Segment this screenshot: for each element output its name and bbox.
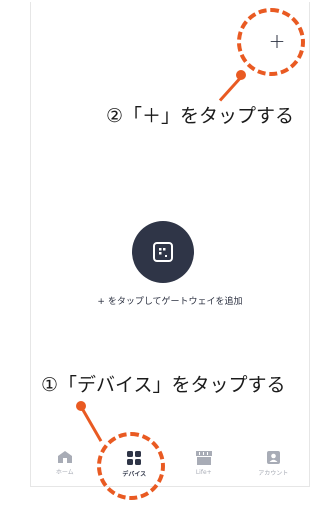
highlight-circle-plus: [237, 8, 305, 76]
tab-life-plus[interactable]: Life+: [169, 446, 239, 486]
home-icon: [57, 451, 72, 463]
pointer-dot-plus: [236, 70, 246, 80]
annotation-step-1: ①「デバイス」をタップする: [41, 374, 286, 396]
gateway-icon: [153, 242, 173, 262]
add-gateway-button[interactable]: [132, 221, 194, 283]
empty-state-text: + をタップしてゲートウェイを追加: [97, 297, 243, 307]
tab-label-account: アカウント: [258, 470, 289, 477]
highlight-circle-devices: [97, 432, 165, 500]
account-icon: [266, 451, 280, 464]
tab-label-life-plus: Life+: [195, 469, 212, 476]
tab-home[interactable]: ホーム: [30, 446, 100, 486]
store-icon: [195, 451, 212, 465]
bottom-tab-bar: ホーム デバイス Life+ アカウント: [30, 446, 308, 486]
annotation-step-2: ②「＋」をタップする: [106, 105, 295, 127]
tab-account[interactable]: アカウント: [239, 446, 309, 486]
tab-label-home: ホーム: [55, 469, 74, 476]
